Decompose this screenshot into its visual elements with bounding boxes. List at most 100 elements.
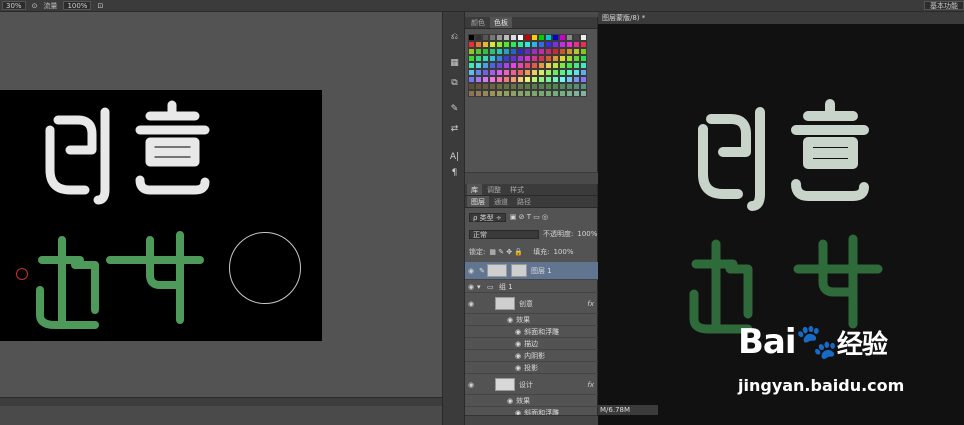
eye-icon[interactable]: ◉ — [465, 267, 477, 275]
swatch-cell[interactable] — [531, 55, 538, 62]
swatch-cell[interactable] — [559, 83, 566, 90]
lock-icons[interactable]: ▦ ✎ ✥ 🔒 — [489, 248, 523, 256]
swatch-cell[interactable] — [538, 55, 545, 62]
fx-icon[interactable]: fx — [587, 300, 594, 308]
swatch-cell[interactable] — [531, 62, 538, 69]
opacity-value[interactable]: 100% — [577, 230, 597, 238]
swatch-cell[interactable] — [573, 55, 580, 62]
swatch-cell[interactable] — [496, 76, 503, 83]
swatch-cell[interactable] — [524, 69, 531, 76]
swatch-cell[interactable] — [517, 62, 524, 69]
swatch-cell[interactable] — [503, 62, 510, 69]
swatch-cell[interactable] — [503, 90, 510, 97]
history-icon[interactable]: ⎌ — [447, 30, 462, 44]
tab-paths[interactable]: 路径 — [513, 196, 535, 207]
swatch-cell[interactable] — [517, 55, 524, 62]
swatch-cell[interactable] — [538, 69, 545, 76]
swatch-cell[interactable] — [580, 34, 587, 41]
tab-layers[interactable]: 图层 — [467, 196, 489, 207]
swatch-cell[interactable] — [573, 62, 580, 69]
swatch-cell[interactable] — [489, 76, 496, 83]
effect-row[interactable]: ◉ 内阴影 — [465, 351, 598, 362]
swatch-cell[interactable] — [538, 62, 545, 69]
eye-icon[interactable]: ◉ — [515, 328, 521, 336]
swatch-cell[interactable] — [475, 83, 482, 90]
swatch-cell[interactable] — [517, 48, 524, 55]
clone-source-icon[interactable]: ⧉ — [447, 76, 462, 90]
swatch-cell[interactable] — [475, 76, 482, 83]
effect-row[interactable]: ◉ 效果 — [465, 396, 598, 407]
swatch-cell[interactable] — [531, 69, 538, 76]
swatch-cell[interactable] — [580, 90, 587, 97]
swatch-cell[interactable] — [468, 69, 475, 76]
swatch-cell[interactable] — [503, 48, 510, 55]
swatch-cell[interactable] — [545, 90, 552, 97]
swatch-grid[interactable] — [468, 34, 587, 97]
swatch-cell[interactable] — [468, 48, 475, 55]
swatch-cell[interactable] — [482, 48, 489, 55]
swatch-cell[interactable] — [510, 62, 517, 69]
effect-row[interactable]: ◉ 斜面和浮雕 — [465, 327, 598, 338]
swatch-cell[interactable] — [489, 55, 496, 62]
swatch-cell[interactable] — [552, 48, 559, 55]
swatch-cell[interactable] — [489, 90, 496, 97]
swatch-cell[interactable] — [517, 69, 524, 76]
swatch-cell[interactable] — [545, 34, 552, 41]
swatch-cell[interactable] — [545, 69, 552, 76]
swatch-cell[interactable] — [538, 34, 545, 41]
swatch-cell[interactable] — [559, 41, 566, 48]
swatch-cell[interactable] — [545, 55, 552, 62]
swatch-cell[interactable] — [503, 41, 510, 48]
swatch-cell[interactable] — [524, 34, 531, 41]
swatch-cell[interactable] — [510, 34, 517, 41]
swatch-cell[interactable] — [503, 34, 510, 41]
eye-icon[interactable]: ◉ — [465, 300, 477, 308]
swatch-cell[interactable] — [545, 41, 552, 48]
tab-color[interactable]: 颜色 — [467, 17, 489, 28]
swatch-cell[interactable] — [482, 90, 489, 97]
swatch-cell[interactable] — [489, 83, 496, 90]
tool-preset-icon[interactable]: ✎ — [447, 102, 462, 116]
swatch-cell[interactable] — [573, 69, 580, 76]
swatch-cell[interactable] — [489, 41, 496, 48]
swatch-cell[interactable] — [566, 90, 573, 97]
swatch-cell[interactable] — [559, 76, 566, 83]
swatch-cell[interactable] — [566, 41, 573, 48]
swatch-cell[interactable] — [545, 62, 552, 69]
swatch-cell[interactable] — [510, 55, 517, 62]
adjust-icon[interactable]: ⇄ — [447, 122, 462, 136]
swatch-cell[interactable] — [489, 69, 496, 76]
swatch-cell[interactable] — [552, 62, 559, 69]
swatch-cell[interactable] — [468, 34, 475, 41]
left-canvas[interactable] — [0, 90, 322, 341]
swatch-cell[interactable] — [503, 69, 510, 76]
swatch-cell[interactable] — [552, 83, 559, 90]
swatch-cell[interactable] — [531, 48, 538, 55]
swatch-cell[interactable] — [524, 76, 531, 83]
layer-row-group1[interactable]: ◉ ▾ ▭ 组 1 — [465, 281, 598, 293]
swatch-cell[interactable] — [482, 41, 489, 48]
blend-mode-select[interactable]: 正常 — [469, 229, 539, 239]
swatch-cell[interactable] — [552, 34, 559, 41]
eye-icon[interactable]: ◉ — [515, 352, 521, 360]
swatch-cell[interactable] — [503, 76, 510, 83]
swatch-cell[interactable] — [566, 34, 573, 41]
swatch-cell[interactable] — [545, 76, 552, 83]
swatch-cell[interactable] — [496, 55, 503, 62]
swatch-cell[interactable] — [475, 69, 482, 76]
swatch-cell[interactable] — [531, 83, 538, 90]
swatch-cell[interactable] — [573, 41, 580, 48]
layer-row-layer1[interactable]: ◉ ✎ 图层 1 — [465, 262, 598, 280]
swatch-cell[interactable] — [566, 62, 573, 69]
swatch-cell[interactable] — [496, 90, 503, 97]
swatch-cell[interactable] — [538, 83, 545, 90]
swatch-cell[interactable] — [559, 48, 566, 55]
swatch-cell[interactable] — [482, 83, 489, 90]
swatch-cell[interactable] — [538, 41, 545, 48]
swatch-cell[interactable] — [524, 55, 531, 62]
workspace-select[interactable]: 基本功能 — [924, 1, 964, 10]
airbrush-icon[interactable]: ⊙ — [32, 2, 38, 10]
swatch-cell[interactable] — [566, 48, 573, 55]
swatch-cell[interactable] — [531, 41, 538, 48]
swatch-cell[interactable] — [482, 34, 489, 41]
